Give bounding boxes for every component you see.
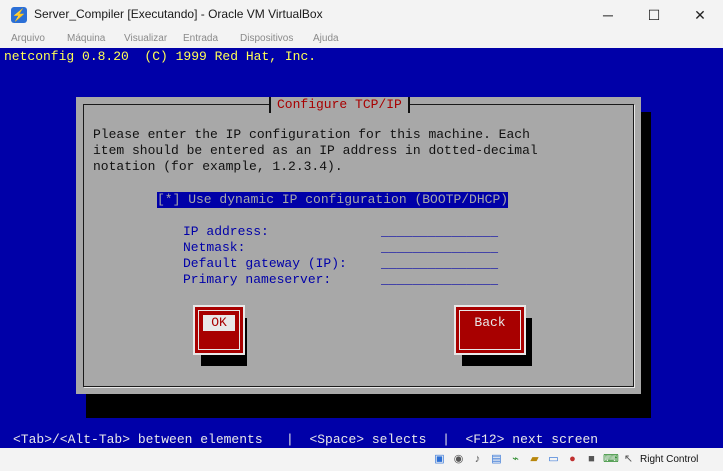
window-titlebar: ⚡ Server_Compiler [Executando] - Oracle … xyxy=(0,0,723,30)
vm-console-screen[interactable]: netconfig 0.8.20 (C) 1999 Red Hat, Inc. … xyxy=(0,48,723,448)
close-button[interactable]: ✕ xyxy=(677,0,723,30)
field-label-default-gateway: Default gateway (IP): xyxy=(183,256,347,271)
console-status-text: <Tab>/<Alt-Tab> between elements | <Spac… xyxy=(13,432,599,447)
intro-line-3: notation (for example, 1.2.3.4). xyxy=(93,159,343,174)
host-key-label: Right Control xyxy=(640,454,699,465)
field-label-primary-nameserver: Primary nameserver: xyxy=(183,272,332,287)
default-gateway-input[interactable]: _______________ xyxy=(381,256,498,272)
virtualbox-app-icon: ⚡ xyxy=(11,7,27,23)
maximize-button[interactable]: ☐ xyxy=(631,0,677,30)
field-label-netmask: Netmask: xyxy=(183,240,246,255)
optical-drive-icon[interactable]: ◉ xyxy=(451,452,466,467)
recording-icon[interactable]: ● xyxy=(565,452,580,467)
usb-icon[interactable]: ⌁ xyxy=(508,452,523,467)
display-icon[interactable]: ▭ xyxy=(546,452,561,467)
console-status-line: <Tab>/<Alt-Tab> between elements | <Spac… xyxy=(0,432,723,448)
minimize-button[interactable]: ─ xyxy=(585,0,631,30)
cpu-icon[interactable]: ■ xyxy=(584,452,599,467)
intro-line-1: Please enter the IP configuration for th… xyxy=(93,127,530,142)
menu-arquivo[interactable]: Arquivo xyxy=(11,33,45,44)
menu-visualizar[interactable]: Visualizar xyxy=(124,33,167,44)
netmask-input[interactable]: _______________ xyxy=(381,240,498,256)
menu-bar: Arquivo Máquina Visualizar Entrada Dispo… xyxy=(0,30,723,48)
keyboard-capture-icon[interactable]: ⌨ xyxy=(603,452,619,467)
configure-tcpip-dialog: Configure TCP/IP Please enter the IP con… xyxy=(76,97,641,394)
window-title: Server_Compiler [Executando] - Oracle VM… xyxy=(34,7,323,21)
audio-icon[interactable]: ♪ xyxy=(470,452,485,467)
dialog-title: Configure TCP/IP xyxy=(269,97,410,113)
ok-button[interactable]: OK xyxy=(193,305,245,355)
hard-disk-icon[interactable]: ▣ xyxy=(432,452,447,467)
back-button[interactable]: Back xyxy=(454,305,526,355)
host-statusbar: ▣ ◉ ♪ ▤ ⌁ ▰ ▭ ● ■ ⌨ ↖ Right Control xyxy=(0,448,723,471)
menu-maquina[interactable]: Máquina xyxy=(67,33,105,44)
back-button-label: Back xyxy=(474,315,506,330)
shared-folder-icon[interactable]: ▰ xyxy=(527,452,542,467)
dhcp-checkbox[interactable]: [*] Use dynamic IP configuration (BOOTP/… xyxy=(157,192,509,208)
primary-nameserver-input[interactable]: _______________ xyxy=(381,272,498,288)
intro-line-2: item should be entered as an IP address … xyxy=(93,143,538,158)
mouse-integration-icon[interactable]: ↖ xyxy=(621,452,636,467)
menu-entrada[interactable]: Entrada xyxy=(183,33,218,44)
netconfig-header: netconfig 0.8.20 (C) 1999 Red Hat, Inc. xyxy=(4,49,317,64)
ip-address-input[interactable]: _______________ xyxy=(381,224,498,240)
network-icon[interactable]: ▤ xyxy=(489,452,504,467)
ok-button-label: OK xyxy=(203,315,235,331)
field-label-ip-address: IP address: xyxy=(183,224,269,239)
menu-ajuda[interactable]: Ajuda xyxy=(313,33,339,44)
menu-dispositivos[interactable]: Dispositivos xyxy=(240,33,293,44)
